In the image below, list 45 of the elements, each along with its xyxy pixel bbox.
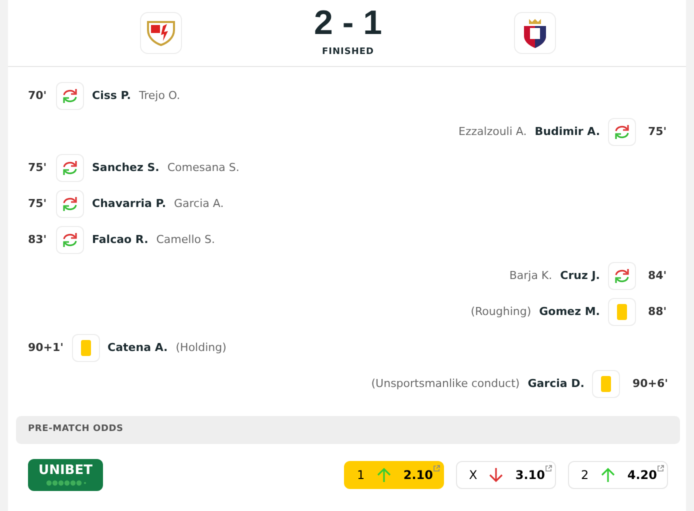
minute: 75' bbox=[28, 196, 48, 212]
event-detail: Trejo O. bbox=[139, 88, 180, 104]
player-name: Sanchez S. bbox=[92, 160, 160, 176]
event-detail: (Roughing) bbox=[470, 304, 532, 320]
player-name: Catena A. bbox=[108, 340, 168, 356]
minute: 88' bbox=[648, 304, 668, 320]
substitution-icon bbox=[56, 154, 84, 182]
substitution-icon bbox=[56, 190, 84, 218]
external-link-icon bbox=[433, 465, 440, 472]
minute: 90+6' bbox=[632, 376, 668, 392]
player-name: Garcia D. bbox=[528, 376, 584, 392]
external-link-icon bbox=[545, 465, 552, 472]
event-detail: Garcia A. bbox=[174, 196, 224, 212]
substitution-icon bbox=[608, 262, 636, 290]
event-detail: Barja K. bbox=[509, 268, 552, 284]
event-detail: Ezzalzouli A. bbox=[458, 124, 527, 140]
event-detail: (Holding) bbox=[176, 340, 226, 356]
player-name: Ciss P. bbox=[92, 88, 131, 104]
substitution-icon bbox=[608, 118, 636, 146]
minute: 84' bbox=[648, 268, 668, 284]
event-detail: (Unsportsmanlike conduct) bbox=[371, 376, 520, 392]
odds-button[interactable]: 2 4.20 bbox=[568, 461, 668, 489]
minute: 75' bbox=[28, 160, 48, 176]
player-name: Chavarria P. bbox=[92, 196, 166, 212]
player-name: Falcao R. bbox=[92, 232, 148, 248]
section-header: PRE-MATCH ODDS bbox=[16, 416, 680, 444]
minute: 75' bbox=[648, 124, 668, 140]
event-detail: Camello S. bbox=[156, 232, 215, 248]
substitution-icon bbox=[56, 226, 84, 254]
odds-button[interactable]: X 3.10 bbox=[456, 461, 556, 489]
player-name: Gomez M. bbox=[539, 304, 600, 320]
minute: 83' bbox=[28, 232, 48, 248]
minute: 90+1' bbox=[28, 340, 64, 356]
odds-button[interactable]: 1 2.10 bbox=[344, 461, 444, 489]
event-detail: Comesana S. bbox=[167, 160, 240, 176]
bookmaker-logo[interactable]: UNIBET bbox=[28, 459, 103, 491]
player-name: Cruz J. bbox=[560, 268, 600, 284]
score: 2 - 1 bbox=[314, 6, 382, 40]
team-crest-icon bbox=[140, 12, 182, 54]
match-status: FINISHED bbox=[320, 46, 375, 60]
player-name: Budimir A. bbox=[534, 124, 600, 140]
minute: 70' bbox=[28, 88, 48, 104]
external-link-icon bbox=[657, 465, 664, 472]
substitution-icon bbox=[56, 82, 84, 110]
team-crest-icon bbox=[514, 12, 556, 54]
